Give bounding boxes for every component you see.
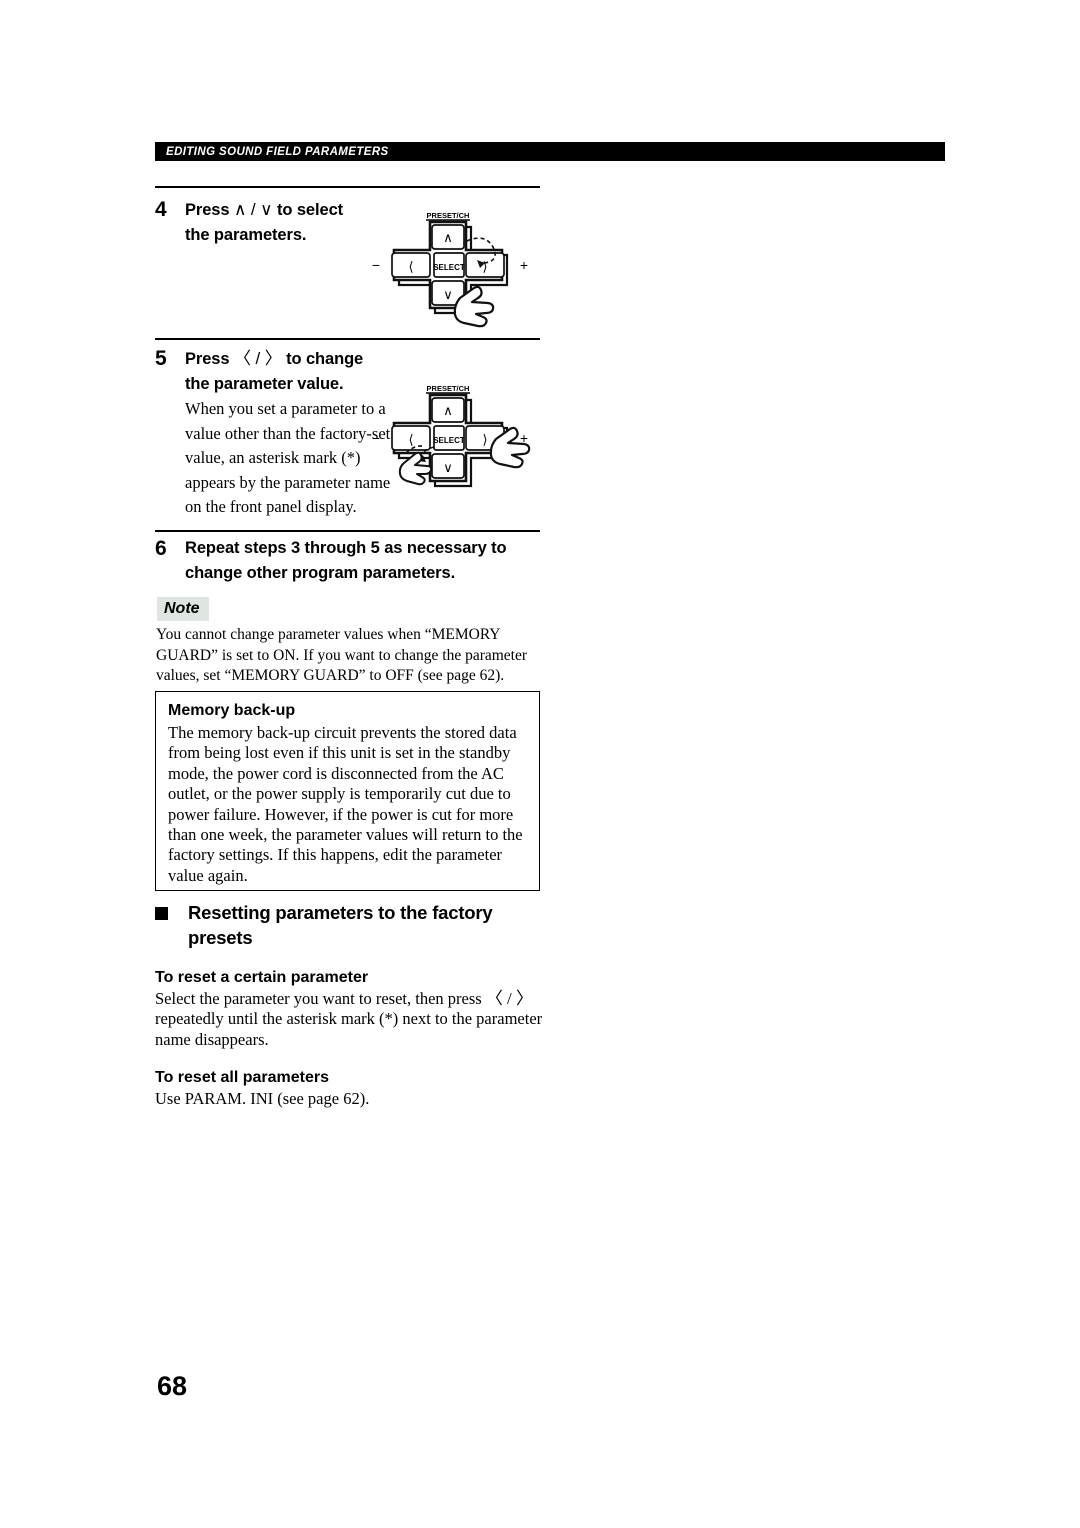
dpad-up-glyph-1: ∧ (443, 230, 453, 245)
dpad-select-glyph-1: SELECT (433, 263, 465, 272)
dpad-plus-label-1: + (520, 257, 528, 273)
step-5-title: Press 〈 / 〉 to change (185, 346, 363, 372)
running-header-text: EDITING SOUND FIELD PARAMETERS (166, 145, 389, 158)
memory-backup-text: The memory back-up circuit prevents the … (168, 723, 523, 885)
step-6: 6 Repeat steps 3 through 5 as necessary … (155, 536, 545, 586)
dpad-up-glyph-2: ∧ (443, 403, 453, 418)
step-divider-rule-4 (155, 186, 540, 188)
remote-dpad-diagram-select: PRESET/CH ∧ ∨ ⟨ ⟩ SELECT − + (368, 206, 543, 336)
step-5-key-glyphs: 〈 / 〉 (233, 349, 282, 368)
subsection-1-text: Select the parameter you want to reset, … (155, 989, 545, 1050)
dpad-left-glyph-2: ⟨ (408, 432, 413, 447)
subsection-1-text-pre: Select the parameter you want to reset, … (155, 989, 486, 1008)
step-5-title-pre: Press (185, 350, 234, 368)
note-badge: Note (157, 597, 209, 621)
memory-backup-box: Memory back-up The memory back-up circui… (155, 691, 540, 891)
square-bullet-icon (155, 907, 168, 920)
note-text: You cannot change parameter values when … (156, 626, 528, 684)
step-4-number: 4 (155, 198, 167, 221)
dpad-right-glyph-2: ⟩ (482, 432, 487, 447)
manual-page: EDITING SOUND FIELD PARAMETERS 4 Press ∧… (0, 0, 1080, 1528)
dpad-svg-2: PRESET/CH ∧ ∨ ⟨ ⟩ SELECT − + (372, 384, 531, 488)
subsection-1-key-glyphs: 〈 / 〉 (485, 989, 534, 1008)
subsection-2-heading: To reset all parameters (155, 1069, 330, 1087)
dpad-preset-label-2: PRESET/CH (427, 384, 470, 393)
dpad-minus-label-1: − (372, 257, 380, 273)
step-5-number: 5 (155, 347, 167, 370)
step-5-title-post: to change (281, 350, 364, 368)
step-divider-rule-5 (155, 338, 540, 340)
step-4-key-glyphs: ∧ / ∨ (233, 200, 273, 219)
step-4-title: Press ∧ / ∨ to select (185, 197, 343, 223)
dpad-down-glyph-1: ∨ (443, 287, 453, 302)
step-4-title-line2: the parameters. (185, 226, 307, 244)
remote-dpad-diagram-change: PRESET/CH ∧ ∨ ⟨ ⟩ SELECT − + (368, 379, 543, 509)
step-4-title-pre: Press (185, 201, 234, 219)
step-6-number: 6 (155, 537, 167, 560)
subsection-1-text-post: repeatedly until the asterisk mark (*) n… (155, 1009, 543, 1049)
dpad-select-glyph-2: SELECT (433, 436, 465, 445)
step-divider-rule-6 (155, 530, 540, 532)
dpad-preset-label-1: PRESET/CH (427, 211, 470, 220)
dpad-down-glyph-2: ∨ (443, 460, 453, 475)
page-number: 68 (157, 1371, 188, 1401)
dpad-left-glyph-1: ⟨ (408, 259, 413, 274)
dpad-minus-label-2: − (372, 430, 380, 446)
step-4-title-post: to select (272, 201, 344, 219)
dpad-svg-1: PRESET/CH ∧ ∨ ⟨ ⟩ SELECT − + (372, 211, 528, 328)
step-6-title: Repeat steps 3 through 5 as necessary to (185, 539, 507, 557)
resetting-parameters-section: Resetting parameters to the factory pres… (155, 900, 550, 1110)
section-title-line2: presets (188, 927, 253, 948)
section-title-line1: Resetting parameters to the factory (188, 902, 493, 923)
subsection-1-heading: To reset a certain parameter (155, 969, 369, 986)
step-5-title-line2: the parameter value. (185, 375, 344, 393)
memory-backup-title: Memory back-up (168, 702, 296, 719)
step-6-title-line2: change other program parameters. (185, 564, 456, 582)
dpad-right-glyph-1: ⟩ (482, 259, 487, 274)
subsection-2-text: Use PARAM. INI (see page 62). (155, 1089, 370, 1109)
running-header-band: EDITING SOUND FIELD PARAMETERS (155, 142, 945, 161)
